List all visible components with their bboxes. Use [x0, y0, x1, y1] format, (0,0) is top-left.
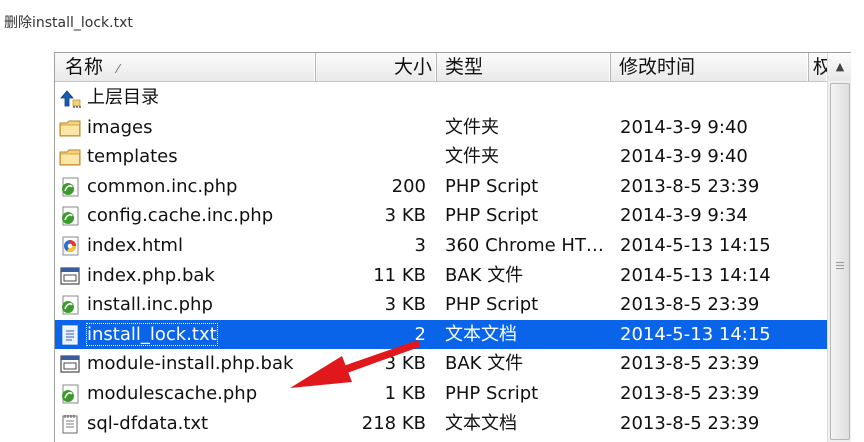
vertical-scrollbar[interactable]: ▲ — [827, 53, 851, 442]
file-modified: 2013-8-5 23:39 — [620, 383, 760, 404]
file-name: templates — [87, 146, 178, 168]
caption-text: 删除install_lock.txt — [4, 15, 133, 31]
file-modified — [620, 83, 810, 113]
file-size: 200 — [391, 175, 426, 197]
column-header-modified[interactable]: 修改时间 — [611, 53, 809, 81]
scroll-up-button[interactable]: ▲ — [828, 53, 851, 81]
file-name: images — [87, 116, 153, 138]
bak-file-icon — [59, 266, 81, 286]
php-file-icon — [59, 177, 81, 197]
file-row[interactable]: common.inc.php 200 PHP Script 2013-8-5 23:3… — [55, 172, 827, 202]
file-size — [316, 142, 426, 172]
file-type: 文本文档 — [445, 412, 517, 434]
file-size: 218 KB — [361, 412, 426, 434]
file-type: PHP Script — [445, 205, 539, 227]
column-header-attr[interactable]: 权 — [809, 53, 827, 81]
file-modified: 2014-3-9 9:34 — [620, 205, 748, 227]
column-header-type[interactable]: 类型 — [437, 53, 611, 81]
file-type: BAK 文件 — [445, 353, 524, 375]
file-row[interactable]: index.php.bak 11 KB BAK 文件 2014-5-13 14:14 — [55, 261, 827, 291]
file-name-cell: images — [59, 113, 314, 143]
file-name-cell: index.php.bak — [59, 261, 314, 291]
php-file-icon — [59, 384, 81, 404]
file-name-cell: 上层目录 — [59, 83, 314, 113]
file-size: 11 KB — [373, 264, 426, 286]
file-name: install.inc.php — [87, 294, 213, 316]
file-name-cell: config.cache.inc.php — [59, 201, 314, 231]
file-modified: 2013-8-5 23:39 — [620, 294, 760, 316]
file-modified: 2013-8-5 23:39 — [620, 353, 760, 375]
file-list-window: 名称 ⁄ 大小 类型 修改时间 权 上层目录 images 文件夹 2014-3-9 9… — [54, 52, 851, 442]
sort-indicator-icon: ⁄ — [117, 62, 120, 76]
file-type: 文件夹 — [445, 116, 499, 138]
file-name: install_lock.txt — [86, 323, 218, 346]
file-name-cell: sql-dfdata.txt — [59, 409, 314, 439]
up-folder-icon — [59, 88, 81, 108]
file-size — [316, 83, 426, 113]
file-name: module-install.php.bak — [87, 353, 294, 375]
file-type: PHP Script — [445, 294, 539, 316]
file-name-cell: modulescache.php — [59, 379, 314, 409]
file-row[interactable]: modulescache.php 1 KB PHP Script 2013-8-5 2… — [55, 379, 827, 409]
file-row[interactable]: config.cache.inc.php 3 KB PHP Script 2014-3… — [55, 201, 827, 231]
file-row[interactable]: module-install.php.bak 3 KB BAK 文件 2013-8-5… — [55, 349, 827, 379]
file-type: PHP Script — [445, 175, 539, 197]
text-file-icon — [59, 325, 81, 345]
file-name-cell: module-install.php.bak — [59, 349, 314, 379]
file-type: 360 Chrome HT… — [445, 235, 604, 256]
file-row[interactable]: templates 文件夹 2014-3-9 9:40 — [55, 142, 827, 172]
scroll-up-icon: ▲ — [835, 60, 845, 73]
column-header-name[interactable]: 名称 ⁄ — [55, 53, 316, 81]
file-name: index.html — [87, 235, 183, 257]
file-type: 文本文档 — [445, 323, 517, 345]
file-row[interactable]: sql-dfdata.txt 218 KB 文本文档 2013-8-5 23:39 — [55, 409, 827, 439]
file-row[interactable]: 上层目录 — [55, 83, 827, 113]
php-file-icon — [59, 295, 81, 315]
file-name: common.inc.php — [87, 176, 238, 197]
php-file-icon — [59, 206, 81, 226]
file-size: 3 — [414, 235, 426, 256]
scroll-thumb[interactable] — [830, 83, 850, 440]
red-arrow-annotation — [290, 340, 420, 388]
file-name-cell: install_lock.txt — [59, 320, 314, 350]
column-header: 名称 ⁄ 大小 类型 修改时间 权 — [55, 53, 827, 82]
file-name: 上层目录 — [87, 87, 159, 109]
file-size: 3 KB — [384, 205, 426, 227]
file-name-cell: common.inc.php — [59, 172, 314, 202]
file-name: index.php.bak — [87, 264, 215, 286]
file-name: config.cache.inc.php — [87, 205, 274, 227]
column-header-size[interactable]: 大小 — [316, 53, 437, 81]
file-name-cell: install.inc.php — [59, 290, 314, 320]
file-row[interactable]: index.html 3 360 Chrome HT… 2014-5-13 14:15 — [55, 231, 827, 261]
file-modified: 2014-5-13 14:15 — [620, 235, 771, 256]
file-row[interactable]: images 文件夹 2014-3-9 9:40 — [55, 113, 827, 143]
file-type — [445, 83, 610, 113]
file-name-cell: index.html — [59, 231, 314, 261]
file-modified: 2014-3-9 9:40 — [620, 116, 748, 138]
file-type: BAK 文件 — [445, 264, 524, 286]
file-modified: 2014-5-13 14:14 — [620, 264, 771, 286]
file-type: 文件夹 — [445, 146, 499, 168]
file-name-cell: templates — [59, 142, 314, 172]
chrome-html-icon — [59, 236, 81, 256]
file-row-selected[interactable]: install_lock.txt 2 文本文档 2014-5-13 14:15 — [55, 319, 827, 350]
file-name: modulescache.php — [87, 383, 258, 405]
file-name: sql-dfdata.txt — [87, 412, 209, 434]
file-row[interactable]: install.inc.php 3 KB PHP Script 2013-8-5 23… — [55, 290, 827, 320]
bak-file-icon — [59, 354, 81, 374]
file-size: 3 KB — [384, 294, 426, 316]
file-modified: 2014-5-13 14:15 — [620, 323, 771, 345]
folder-icon — [59, 147, 81, 167]
column-name-label: 名称 — [65, 56, 104, 78]
file-modified: 2013-8-5 23:39 — [620, 412, 760, 434]
file-modified: 2013-8-5 23:39 — [620, 175, 760, 197]
file-type: PHP Script — [445, 383, 539, 404]
folder-icon — [59, 118, 81, 138]
file-modified: 2014-3-9 9:40 — [620, 146, 748, 168]
notepad-file-icon — [59, 414, 81, 434]
file-size — [316, 113, 426, 143]
